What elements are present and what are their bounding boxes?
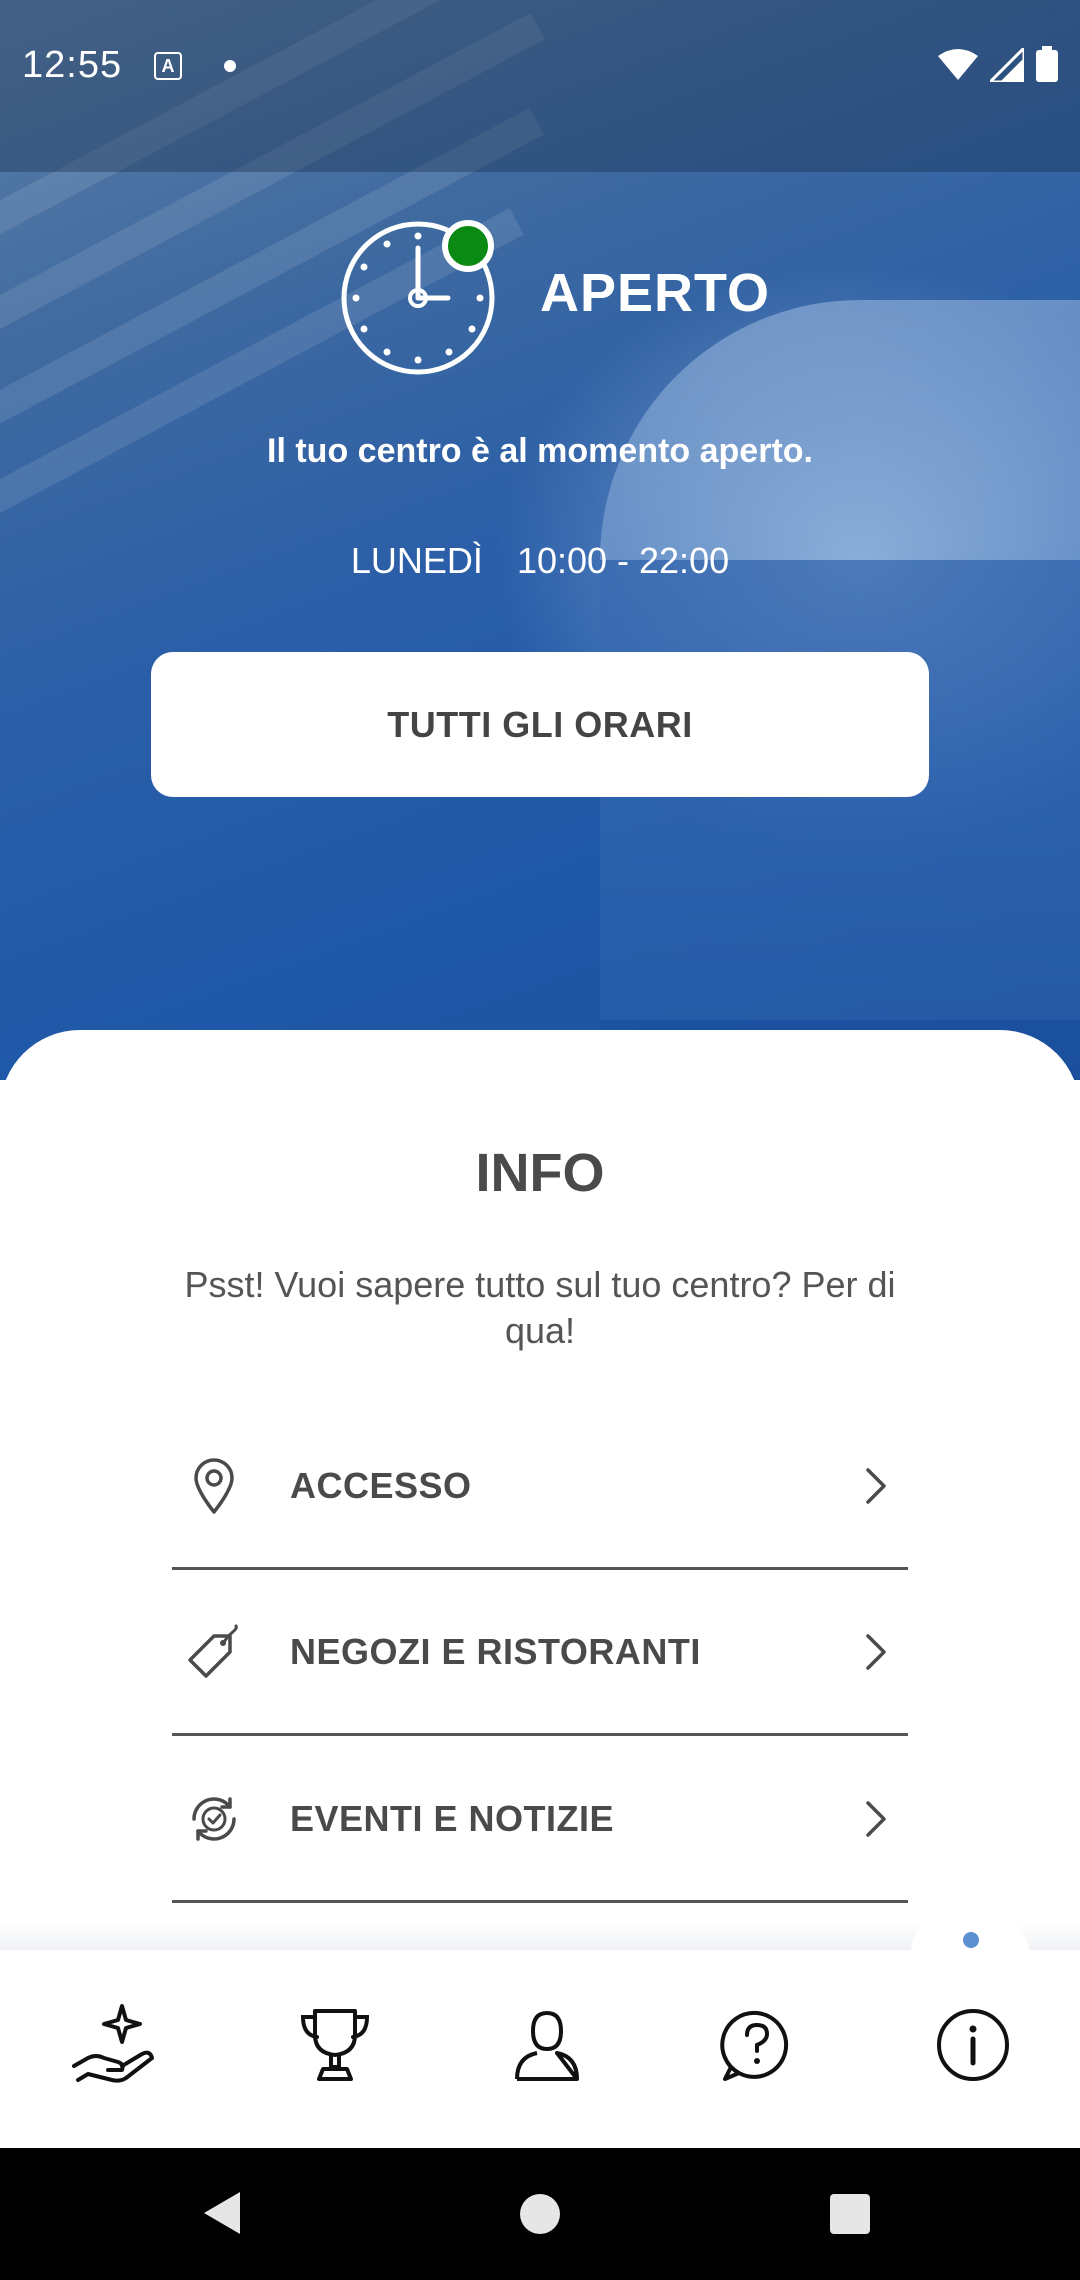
nav-rewards[interactable] [58,1990,168,2100]
info-description: Psst! Vuoi sapere tutto sul tuo centro? … [184,1264,896,1351]
chevron-right-icon [866,1633,886,1670]
opening-time-range: 10:00 - 22:00 [516,540,730,581]
user-icon [515,2010,579,2081]
opening-hours: LUNEDÌ 10:00 - 22:00 [0,540,1080,582]
menu-item-eventi-e-notizie[interactable]: EVENTI E NOTIZIE [172,1737,908,1903]
battery-icon [1036,46,1058,82]
menu-item-label: EVENTI E NOTIZIE [290,1797,615,1839]
dot-icon [224,60,236,72]
chevron-right-icon [866,1467,886,1504]
recents-icon[interactable] [830,2194,870,2234]
bottom-navigation [0,1900,1080,2148]
help-bubble-icon [720,2010,789,2081]
menu-item-accesso[interactable]: ACCESSO [172,1404,908,1570]
open-status-title: APERTO [540,263,771,323]
info-title: INFO [475,1143,605,1203]
hand-sparkle-icon [72,2004,154,2083]
home-icon[interactable] [520,2194,560,2234]
all-hours-button[interactable]: TUTTI GLI ORARI [151,652,929,797]
wifi-icon [938,49,978,80]
active-tab-indicator [963,1932,979,1948]
trophy-icon [300,2009,370,2081]
menu-item-label: ACCESSO [290,1464,472,1506]
status-bar: 12:55 A [0,0,1080,134]
status-time: 12:55 [22,44,123,86]
chevron-right-icon [866,1800,886,1837]
signal-icon [990,48,1024,82]
back-icon[interactable] [200,2188,244,2238]
refresh-check-icon [192,1796,236,1841]
menu-item-negozi-e-ristoranti[interactable]: NEGOZI E RISTORANTI [172,1570,908,1736]
system-icons [938,46,1058,82]
nav-info[interactable] [918,1990,1028,2100]
nav-profile[interactable] [492,1990,602,2100]
open-status-indicator [442,220,494,272]
nav-help[interactable] [702,1990,812,2100]
opening-day: LUNEDÌ [350,540,483,581]
location-pin-icon [194,1457,234,1514]
hero-panel-dark [600,560,1080,1080]
a-icon: A [154,52,182,80]
tag-icon [188,1624,238,1678]
open-status-subtitle: Il tuo centro è al momento aperto. [267,432,813,470]
menu-item-label: NEGOZI E RISTORANTI [290,1630,701,1672]
system-navigation-bar [0,2148,1080,2280]
nav-trophy[interactable] [280,1990,390,2100]
info-icon [937,2009,1009,2081]
